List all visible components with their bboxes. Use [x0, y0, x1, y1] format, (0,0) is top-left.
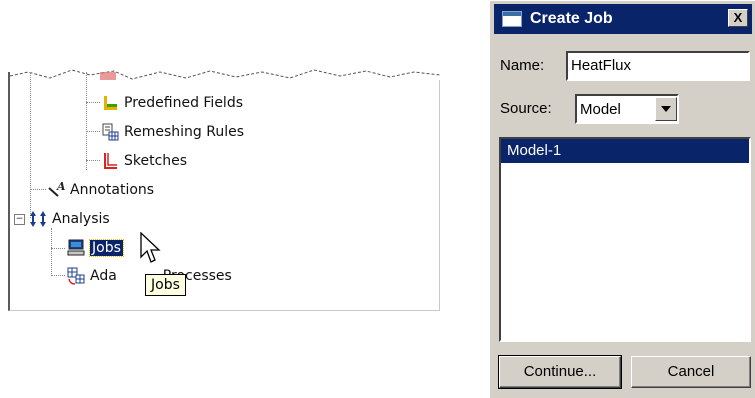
cancel-button[interactable]: Cancel	[631, 356, 751, 388]
tree-item-label: Remeshing Rules	[124, 124, 244, 140]
collapse-analysis-toggle[interactable]: −	[14, 214, 25, 225]
source-dropdown[interactable]: Model	[575, 94, 679, 124]
predefined-fields-icon	[104, 96, 117, 110]
dialog-title: Create Job	[530, 10, 613, 27]
tree-item-label: Annotations	[70, 182, 155, 198]
continue-button[interactable]: Continue...	[498, 355, 622, 389]
model-tree-panel: Predefined Fields Remeshing Rules Sketch…	[8, 66, 440, 311]
tree-item-annotations[interactable]: A Annotations	[46, 180, 154, 200]
source-selected-value: Model	[580, 100, 621, 118]
adaptivity-processes-icon	[67, 267, 85, 285]
job-name-input[interactable]: HeatFlux	[566, 51, 750, 81]
dropdown-arrow-icon[interactable]	[655, 97, 677, 121]
tree-item-analysis[interactable]: Analysis	[28, 209, 110, 229]
model-list[interactable]: Model-1	[499, 137, 751, 342]
tree-item-sketches[interactable]: Sketches	[100, 151, 187, 171]
svg-text:A: A	[56, 180, 66, 193]
name-label: Name:	[500, 57, 545, 74]
source-label: Source:	[500, 100, 552, 117]
jobs-computer-icon	[67, 239, 85, 256]
tree-item-jobs[interactable]: Jobs	[66, 238, 124, 258]
tree-item-label: Jobs	[89, 239, 124, 257]
analysis-icon	[30, 211, 46, 227]
jobs-tooltip: Jobs	[145, 274, 186, 296]
sketches-icon	[104, 153, 117, 169]
tree-item-label: Analysis	[52, 211, 110, 227]
tree-item-predefined-fields[interactable]: Predefined Fields	[100, 93, 243, 113]
tree-item-label: Predefined Fields	[124, 95, 244, 111]
annotations-icon: A	[48, 180, 66, 197]
model-list-item[interactable]: Model-1	[501, 139, 749, 163]
torn-edge	[10, 66, 440, 80]
remeshing-rules-icon	[102, 123, 119, 141]
mouse-cursor-icon	[140, 232, 161, 263]
tree-item-label: Ada	[90, 268, 117, 284]
window-icon	[502, 11, 522, 27]
tree-item-remeshing-rules[interactable]: Remeshing Rules	[100, 122, 244, 142]
close-button[interactable]: X	[728, 9, 748, 27]
tree-item-label: Sketches	[124, 153, 188, 169]
dialog-titlebar[interactable]: Create Job X	[494, 4, 752, 34]
